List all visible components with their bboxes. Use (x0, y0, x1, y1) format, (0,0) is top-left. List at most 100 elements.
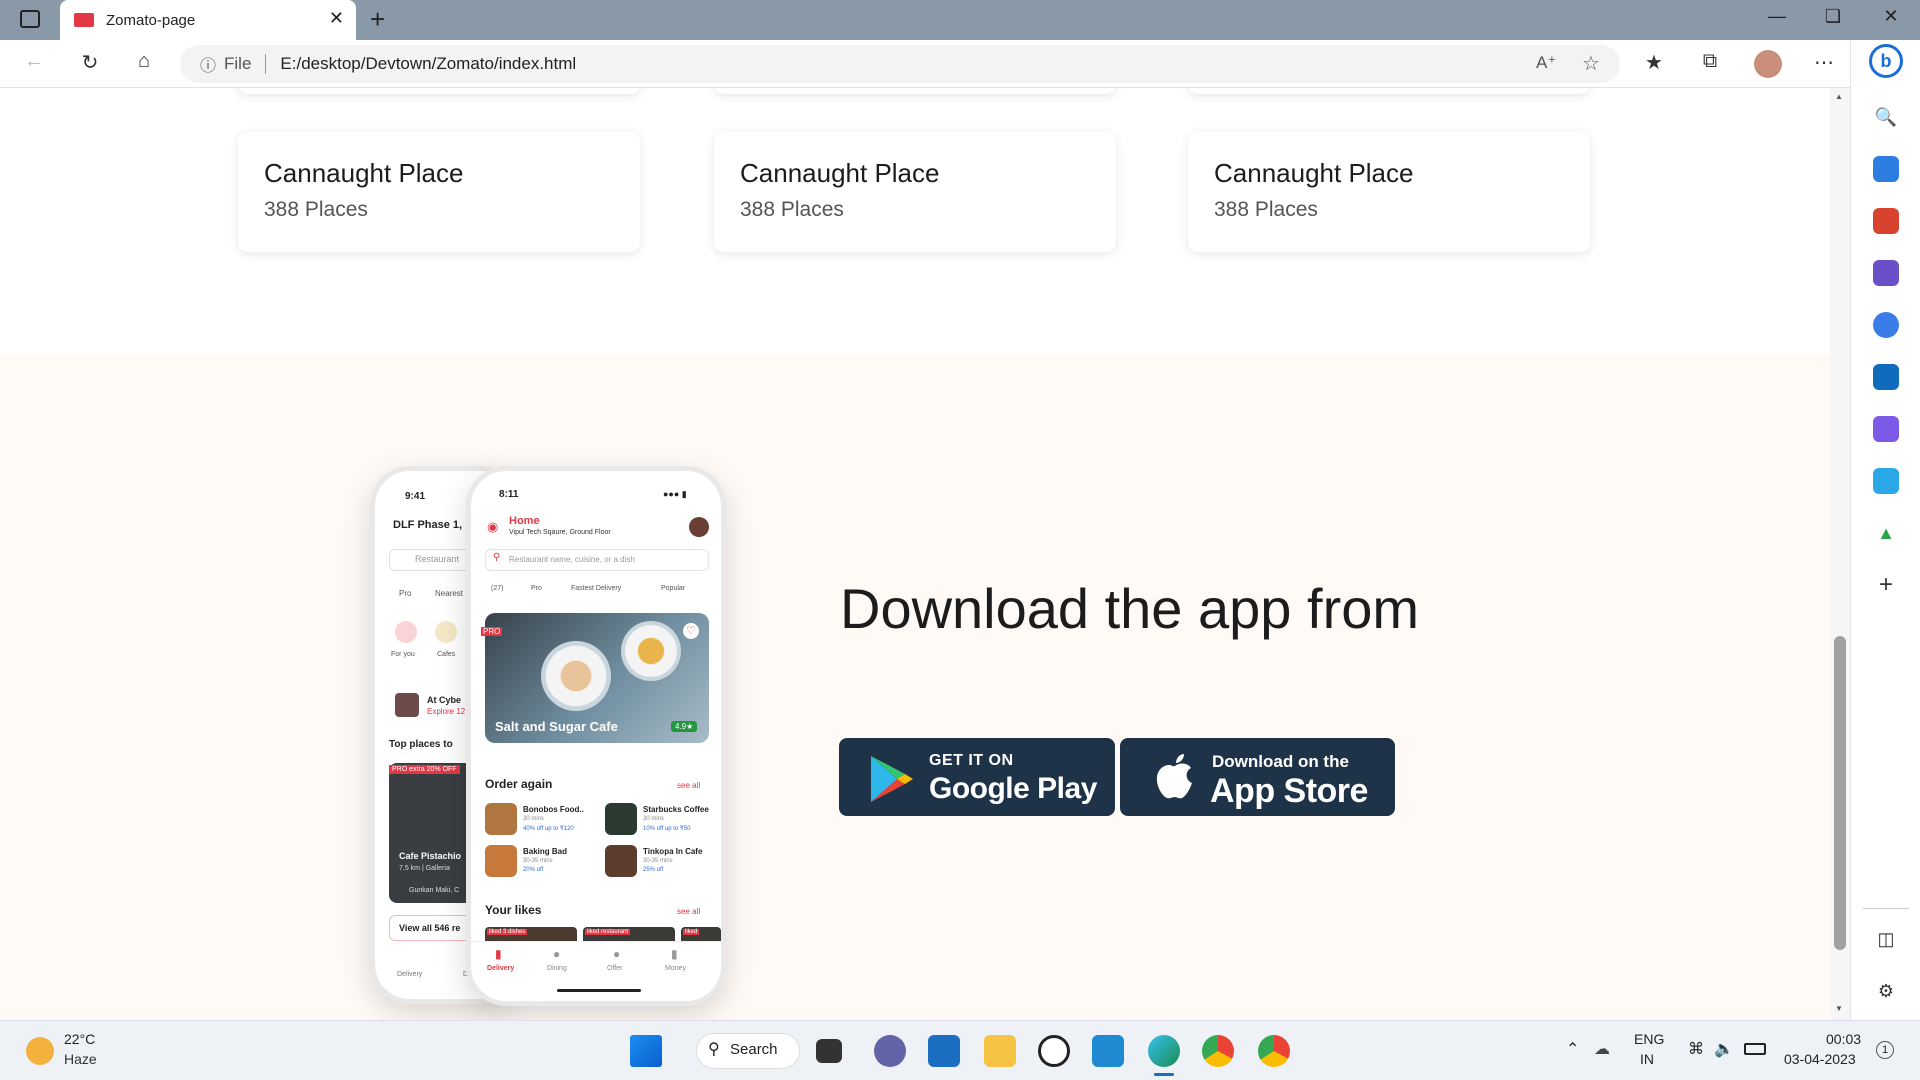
chrome-profile-icon[interactable] (1258, 1035, 1290, 1067)
scroll-down-arrow-icon[interactable]: ▼ (1835, 1004, 1843, 1013)
lang-line2[interactable]: IN (1640, 1051, 1654, 1067)
chrome-icon[interactable] (1202, 1035, 1234, 1067)
back-icon[interactable]: ← (20, 50, 48, 73)
location-count: 388 Places (740, 198, 844, 221)
location-card-partial[interactable] (238, 88, 640, 94)
zomato-favicon-icon (74, 13, 94, 27)
front-phone-like-tag: liked restaurant (585, 929, 631, 935)
address-separator (265, 54, 267, 74)
app-store-button[interactable]: Download on the App Store (1120, 738, 1395, 816)
address-bar[interactable]: ⓘ File E:/desktop/Devtown/Zomato/index.h… (180, 45, 1620, 83)
file-explorer-icon[interactable] (984, 1035, 1016, 1067)
scrollbar-thumb[interactable] (1834, 636, 1846, 950)
back-phone-place-owner: Gunkan Maki, C (409, 887, 460, 894)
favorites-icon[interactable]: ★ (1640, 50, 1668, 75)
front-phone-chip: (27) (491, 585, 504, 592)
location-card-partial[interactable] (714, 88, 1116, 94)
tab-actions-icon[interactable] (20, 10, 40, 28)
dell-icon[interactable] (1038, 1035, 1070, 1067)
clock-date[interactable]: 03-04-2023 (1784, 1051, 1856, 1067)
front-phone-order-image (485, 845, 517, 877)
battery-icon[interactable] (1744, 1043, 1766, 1055)
search-icon[interactable]: 🔍 (1873, 104, 1899, 130)
front-phone-chip: Fastest Delivery (571, 585, 622, 592)
front-phone-order-name: Starbucks Coffee (643, 805, 709, 814)
more-options-icon[interactable]: ⋯ (1810, 50, 1838, 75)
address-scheme: File (224, 54, 252, 73)
show-hidden-icons[interactable]: ⌃ (1566, 1039, 1579, 1059)
refresh-icon[interactable]: ↻ (76, 50, 104, 75)
edge-sidebar: b 🔍 ▲ + ◫ ⚙ (1850, 40, 1920, 1020)
browser-title-bar: Zomato-page ✕ + — ❏ ✕ (0, 0, 1920, 40)
minimize-icon[interactable]: — (1762, 6, 1792, 27)
lang-line1[interactable]: ENG (1634, 1031, 1664, 1047)
download-app-section (0, 354, 1830, 1020)
collections-icon[interactable]: ⧉ (1696, 50, 1724, 73)
notification-badge[interactable]: 1 (1876, 1041, 1894, 1059)
google-play-button[interactable]: GET IT ON Google Play (839, 738, 1115, 816)
front-phone-address: Vipul Tech Sqaure, Ground Floor (509, 529, 611, 536)
back-phone-category: Cafes (437, 651, 456, 658)
games-icon[interactable] (1873, 260, 1899, 286)
taskbar-search-icon: ⚲ (708, 1041, 720, 1058)
new-tab-button[interactable]: + (370, 4, 385, 35)
weather-temp: 22°C (64, 1031, 96, 1047)
site-info-icon[interactable]: ⓘ (200, 52, 216, 76)
volume-icon[interactable]: 🔈 (1714, 1039, 1734, 1059)
front-phone-order-time: 30 mins (523, 816, 545, 822)
edge-browser-icon[interactable] (1148, 1035, 1180, 1067)
tree-icon[interactable]: ▲ (1873, 520, 1899, 546)
profile-avatar[interactable] (1754, 50, 1782, 78)
back-phone-pro-tag: PRO extra 20% OFF (389, 765, 460, 774)
tab-title: Zomato-page (106, 11, 196, 29)
tools-icon[interactable] (1873, 208, 1899, 234)
front-phone-nav: Dining (547, 965, 567, 972)
front-phone-order-again: Order again (485, 777, 553, 791)
read-aloud-icon[interactable]: A⁺ (1536, 53, 1556, 73)
add-sidebar-app-icon[interactable]: + (1873, 571, 1899, 598)
shopping-icon[interactable] (1873, 156, 1899, 182)
office-icon[interactable] (1873, 312, 1899, 338)
sidebar-divider (1863, 908, 1909, 909)
sidebar-settings-icon[interactable]: ⚙ (1873, 978, 1899, 1004)
restore-icon[interactable]: ❏ (1818, 6, 1848, 27)
front-phone-order-time: 30-35 mins (523, 858, 553, 864)
back-phone-location: DLF Phase 1, (393, 519, 463, 531)
back-phone-place-meta: 7.5 km | Galleria (399, 865, 450, 872)
mail-icon[interactable] (928, 1035, 960, 1067)
send-icon[interactable] (1873, 468, 1899, 494)
front-phone-bowl (621, 621, 681, 681)
front-phone-pro-badge: PRO (481, 627, 503, 636)
hide-sidebar-icon[interactable]: ◫ (1873, 926, 1899, 952)
add-favorite-icon[interactable]: ☆ (1582, 51, 1600, 76)
front-phone-order-image (605, 845, 637, 877)
back-phone-item-image (395, 693, 419, 717)
scroll-up-arrow-icon[interactable]: ▲ (1835, 92, 1843, 101)
designer-icon[interactable] (1873, 416, 1899, 442)
onedrive-icon[interactable]: ☁ (1594, 1039, 1610, 1059)
location-card[interactable]: Cannaught Place 388 Places (238, 132, 640, 252)
front-phone-nav: Delivery (487, 965, 515, 972)
vscode-icon[interactable] (1092, 1035, 1124, 1067)
outlook-icon[interactable] (1873, 364, 1899, 390)
location-card[interactable]: Cannaught Place 388 Places (1188, 132, 1590, 252)
clock-time[interactable]: 00:03 (1826, 1031, 1861, 1047)
windows-start-icon[interactable] (630, 1035, 662, 1067)
front-phone-chip: Pro (531, 585, 542, 592)
front-phone-nav-icon: ▮ (495, 947, 502, 961)
browser-tab[interactable]: Zomato-page ✕ (60, 0, 356, 40)
wifi-icon[interactable]: ⌘ (1688, 1039, 1704, 1059)
task-view-icon[interactable] (816, 1039, 842, 1063)
address-url[interactable]: E:/desktop/Devtown/Zomato/index.html (280, 54, 576, 74)
location-card-partial[interactable] (1188, 88, 1590, 94)
weather-desc: Haze (64, 1051, 97, 1067)
window-close-icon[interactable]: ✕ (1876, 6, 1906, 27)
home-icon[interactable]: ⌂ (130, 50, 158, 73)
weather-icon[interactable] (26, 1037, 54, 1065)
teams-chat-icon[interactable] (874, 1035, 906, 1067)
location-card[interactable]: Cannaught Place 388 Places (714, 132, 1116, 252)
tab-close-icon[interactable]: ✕ (329, 8, 344, 29)
bing-chat-icon[interactable]: b (1869, 44, 1903, 78)
page-viewport: Cannaught Place 388 Places Cannaught Pla… (0, 88, 1830, 1020)
location-name: Cannaught Place (1214, 158, 1414, 188)
